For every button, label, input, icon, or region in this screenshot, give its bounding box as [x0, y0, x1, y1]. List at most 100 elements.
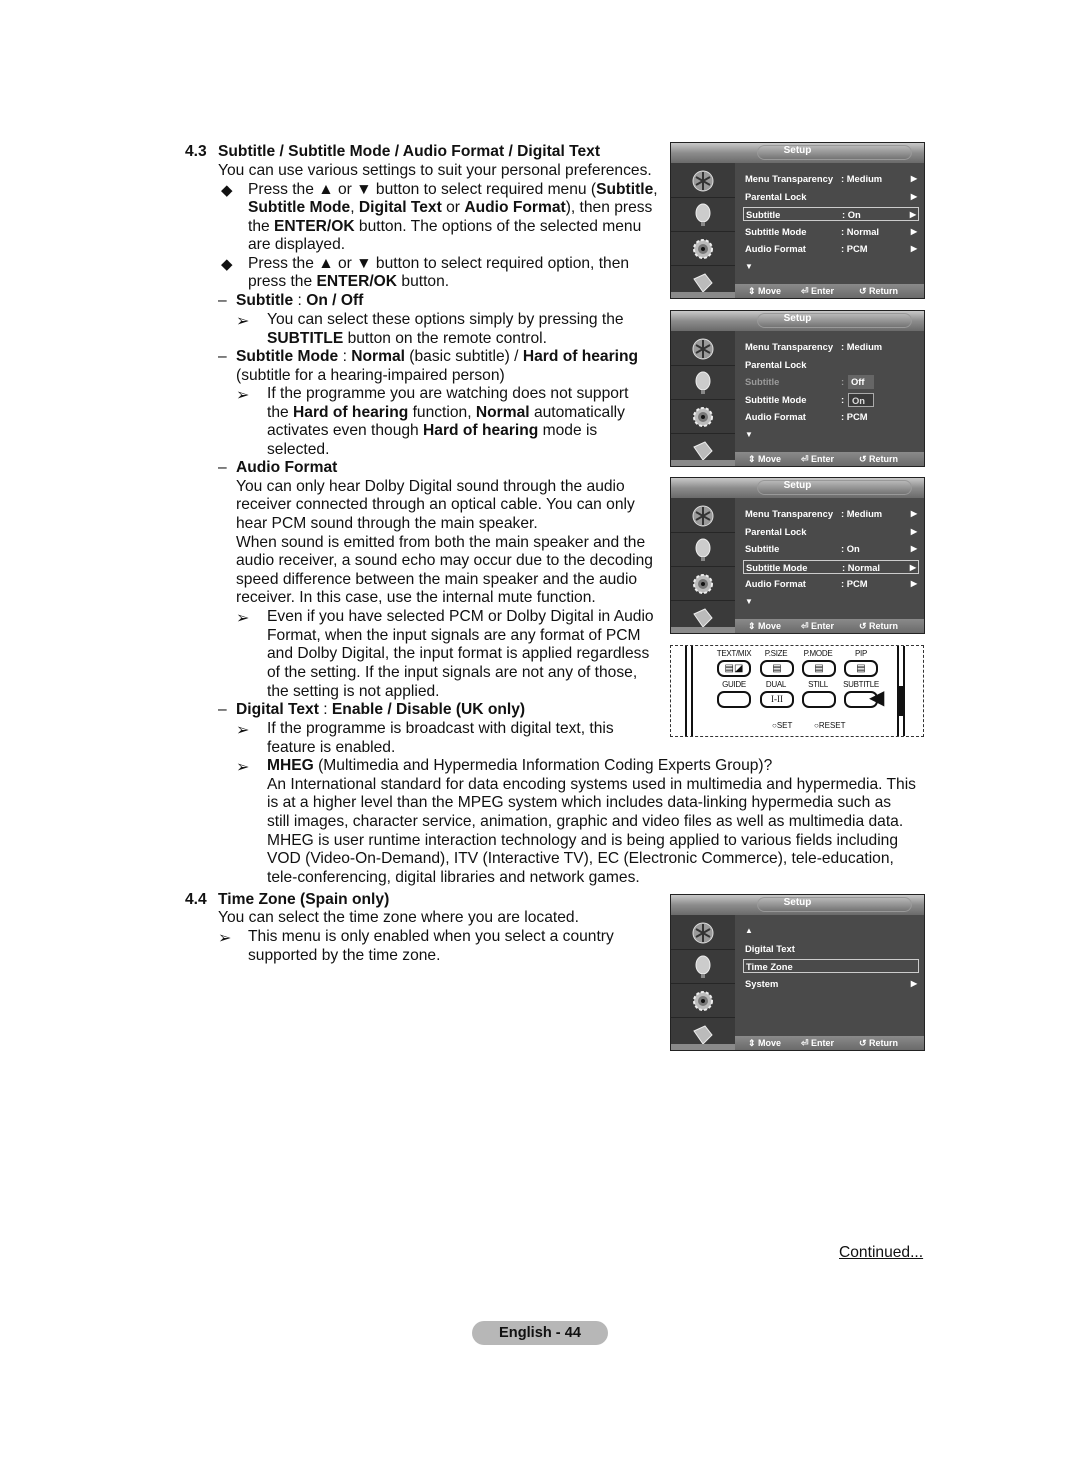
note-arrow-icon: ➢: [236, 387, 250, 404]
bullet-1-line-4: are displayed.: [248, 236, 346, 253]
popup-option-off[interactable]: Off: [848, 375, 874, 389]
scroll-up-indicator[interactable]: ▲: [743, 924, 919, 938]
scroll-down-indicator[interactable]: ▼: [743, 428, 919, 442]
footer-hint-label: Move: [758, 454, 782, 464]
channel-dish-icon[interactable]: [691, 538, 715, 562]
picture-icon[interactable]: [691, 921, 715, 945]
menu-row[interactable]: Digital Text: [743, 942, 919, 956]
menu-row-value: : PCM: [841, 243, 868, 254]
dual-button[interactable]: I-II: [760, 691, 794, 708]
section-number: 4.3: [185, 143, 207, 160]
audio-format-heading: Audio Format: [236, 459, 338, 476]
menu-icon-column: [671, 915, 735, 1050]
menu-row-label: Parental Lock: [745, 525, 807, 537]
setup-gear-icon[interactable]: [691, 572, 715, 596]
setup-gear-icon[interactable]: [691, 405, 715, 429]
menu-row-value: : Medium: [841, 341, 883, 352]
enter-icon: ⏎: [801, 621, 812, 631]
menu-row[interactable]: Time Zone: [743, 959, 919, 973]
return-icon: ↺: [859, 454, 870, 464]
icon-divider: [671, 433, 735, 434]
remote-label-pmode: P.MODE: [803, 649, 833, 658]
paragraph-line: receiver connected through an optical ca…: [236, 496, 635, 513]
remote-label-dual: DUAL: [765, 680, 787, 689]
section-title: Time Zone (Spain only): [218, 891, 390, 908]
pip-button[interactable]: ▤: [844, 660, 878, 677]
menu-row[interactable]: Subtitle:: [743, 375, 919, 389]
footer-hint-label: Enter: [811, 1038, 835, 1048]
still-button[interactable]: [802, 691, 836, 708]
text-mix-button[interactable]: ▤◪: [717, 660, 751, 677]
tv-setup-menu: Setup Menu Transparency: Medium ▶ Parental …: [670, 142, 925, 299]
popup-option-on[interactable]: On: [848, 392, 874, 407]
psize-button[interactable]: ▤: [760, 660, 794, 677]
icon-divider: [671, 1017, 735, 1018]
menu-row[interactable]: Subtitle Mode: al: [743, 393, 919, 407]
return-hint: ↺ Return: [859, 454, 898, 465]
menu-row[interactable]: Menu Transparency : Medium: [743, 340, 919, 354]
pmode-button[interactable]: ▤: [802, 660, 836, 677]
menu-titlebar: Setup: [671, 143, 924, 163]
guide-button[interactable]: [717, 691, 751, 708]
channel-dish-icon[interactable]: [691, 371, 715, 395]
picture-icon[interactable]: [691, 337, 715, 361]
time-zone-note-line-2: supported by the time zone.: [248, 947, 441, 964]
note-line: of the setting. If the input signals are…: [267, 664, 638, 681]
paragraph-line: speed difference between the main speake…: [236, 571, 638, 588]
menu-row[interactable]: Audio Format: PCM: [743, 410, 919, 424]
menu-row[interactable]: Audio Format: PCM ▶: [743, 577, 919, 591]
menu-row-label: Audio Format: [745, 578, 806, 589]
paragraph-line: receiver. In this case, use the internal…: [236, 589, 596, 606]
channel-dish-icon[interactable]: [691, 955, 715, 979]
icon-divider: [671, 949, 735, 950]
picture-icon[interactable]: [691, 169, 715, 193]
digital-text-note-line-2: feature is enabled.: [267, 739, 396, 756]
dash-icon: –: [218, 348, 227, 365]
set-button[interactable]: ○SET: [772, 721, 792, 730]
paragraph-line: You can only hear Dolby Digital sound th…: [236, 478, 625, 495]
footer-hint-label: Move: [758, 286, 782, 296]
menu-row[interactable]: Subtitle: On ▶: [743, 542, 919, 556]
dash-icon: –: [218, 292, 227, 309]
menu-row[interactable]: Parental Lock: [743, 358, 919, 372]
move-hint: ⇕ Move: [748, 454, 781, 465]
subtitle-item-heading: Subtitle : On / Off: [236, 292, 364, 309]
menu-row[interactable]: Subtitle Mode: Normal ▶: [743, 225, 919, 239]
menu-row-label: Menu Transparency: [745, 341, 834, 352]
menu-row[interactable]: Subtitle: On ▶: [743, 207, 919, 221]
scroll-down-indicator[interactable]: ▼: [743, 595, 919, 609]
menu-row[interactable]: Menu Transparency: Medium ▶: [743, 507, 919, 521]
section-number: 4.4: [185, 891, 207, 908]
bullet-2-line-2: press the ENTER/OK button.: [248, 273, 450, 290]
enter-hint: ⏎ Enter: [801, 286, 834, 297]
footer-hint-label: Move: [758, 621, 782, 631]
footer-hint-label: Enter: [811, 621, 835, 631]
menu-row-label: Parental Lock: [745, 358, 807, 370]
icon-divider: [671, 231, 735, 232]
setup-gear-icon[interactable]: [691, 989, 715, 1013]
menu-row[interactable]: System ▶: [743, 977, 919, 991]
setup-gear-icon[interactable]: [691, 237, 715, 261]
digital-text-heading: Digital Text : Enable / Disable (UK only…: [236, 701, 526, 718]
remote-label-guide: GUIDE: [722, 680, 746, 689]
paragraph-line: still images, character service, animati…: [267, 813, 904, 830]
paragraph-line: tele-conferencing, digital libraries and…: [267, 869, 640, 886]
channel-dish-icon[interactable]: [691, 203, 715, 227]
menu-row[interactable]: Menu Transparency: Medium ▶: [743, 172, 919, 186]
chevron-right-icon: ▶: [910, 244, 917, 253]
menu-row[interactable]: Parental Lock ▶: [743, 190, 919, 204]
continued-link[interactable]: Continued...: [839, 1244, 923, 1262]
scroll-down-indicator[interactable]: ▼: [743, 260, 919, 274]
note-line: Format, when the input signals are any f…: [267, 627, 641, 644]
menu-row[interactable]: Parental Lock ▶: [743, 525, 919, 539]
icon-divider: [671, 600, 735, 601]
menu-title: Setup: [783, 313, 812, 324]
paragraph-line: is at a higher level than the MPEG syste…: [267, 794, 892, 811]
menu-row[interactable]: Subtitle Mode: Normal ▶: [743, 559, 919, 574]
subtitle-mode-note-line-3: activates even though Hard of hearing mo…: [267, 422, 598, 439]
reset-button[interactable]: ○RESET: [814, 721, 846, 730]
picture-icon[interactable]: [691, 504, 715, 528]
icon-divider: [671, 566, 735, 567]
menu-row[interactable]: Audio Format: PCM ▶: [743, 242, 919, 256]
enter-icon: ⏎: [801, 286, 812, 296]
